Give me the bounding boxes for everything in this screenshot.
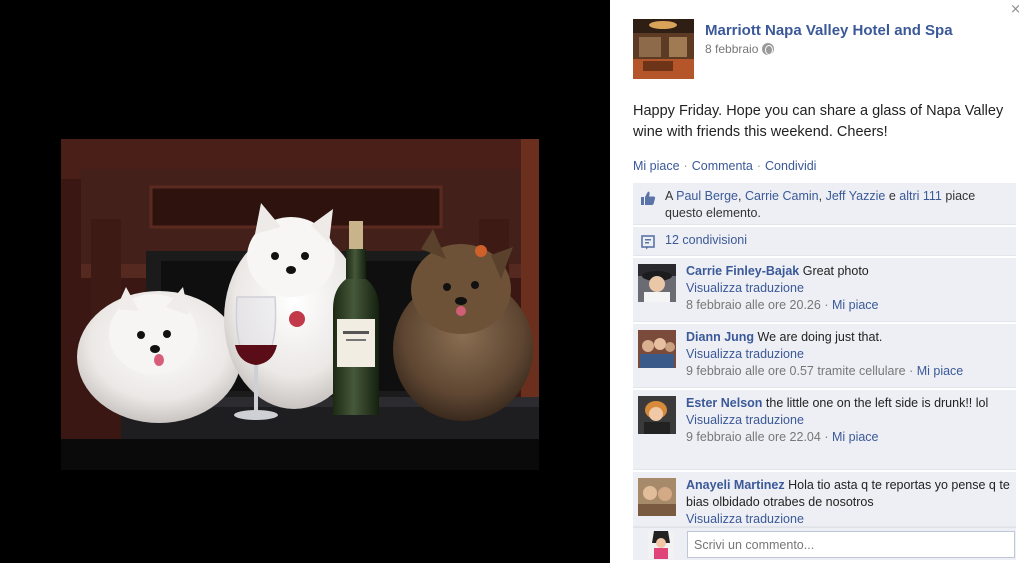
post-text: Happy Friday. Hope you can share a glass… — [633, 103, 1004, 140]
comment-text: the little one on the left side is drunk… — [765, 396, 989, 410]
comment-timestamp[interactable]: 9 febbraio alle ore 22.04 — [686, 430, 821, 444]
comment-composer — [633, 527, 1016, 560]
comment-item: Diann Jung We are doing just that. Visua… — [633, 324, 1016, 388]
post-photo[interactable] — [61, 139, 539, 470]
see-translation-link[interactable]: Visualizza traduzione — [686, 281, 804, 295]
likes-and: e — [888, 189, 896, 203]
comment-author-link[interactable]: Anayeli Martinez — [686, 478, 785, 492]
comment-item: Carrie Finley-Bajak Great photo Visualiz… — [633, 258, 1016, 322]
comment-like-link[interactable]: Mi piace — [917, 364, 964, 378]
comment-author-link[interactable]: Ester Nelson — [686, 396, 762, 410]
hotel-lobby-thumbnail — [633, 19, 694, 79]
other-likers-link[interactable]: altri 111 — [899, 189, 942, 203]
comment-like-link[interactable]: Mi piace — [832, 430, 879, 444]
separator: · — [756, 159, 762, 173]
see-translation-link[interactable]: Visualizza traduzione — [686, 512, 804, 526]
comment-body: Ester Nelson the little one on the left … — [686, 395, 1011, 446]
comment-body: Carrie Finley-Bajak Great photo Visualiz… — [686, 263, 1011, 314]
likes-text: A Paul Berge, Carrie Camin, Jeff Yazzie … — [665, 188, 1010, 222]
separator: · — [824, 430, 829, 444]
post-actions: Mi piace · Commenta · Condividi — [633, 159, 816, 173]
comment-text: Great photo — [802, 264, 869, 278]
close-icon[interactable]: × — [1010, 2, 1021, 17]
shares-link[interactable]: 12 condivisioni — [665, 233, 747, 247]
avatar[interactable] — [638, 396, 676, 434]
viewer-avatar — [648, 531, 674, 559]
comment-input[interactable] — [687, 531, 1015, 558]
globe-icon[interactable] — [762, 43, 775, 55]
comment-author-link[interactable]: Diann Jung — [686, 330, 754, 344]
separator: · — [683, 159, 688, 173]
post-sidebar: × Marriott Napa Valley Hotel and Spa 8 f… — [610, 0, 1024, 563]
comment-like-link[interactable]: Mi piace — [832, 298, 879, 312]
comment-body: Anayeli Martinez Hola tio asta q te repo… — [686, 477, 1011, 526]
avatar[interactable] — [638, 264, 676, 302]
avatar[interactable] — [638, 330, 676, 368]
see-translation-link[interactable]: Visualizza traduzione — [686, 347, 804, 361]
comment-item: Anayeli Martinez Hola tio asta q te repo… — [633, 472, 1016, 527]
shares-summary: 12 condivisioni — [633, 227, 1016, 256]
comment-author-link[interactable]: Carrie Finley-Bajak — [686, 264, 799, 278]
liker-link[interactable]: Carrie Camin — [745, 189, 819, 203]
comma: , — [738, 189, 742, 203]
comment-link[interactable]: Commenta — [692, 159, 753, 173]
see-translation-link[interactable]: Visualizza traduzione — [686, 413, 804, 427]
likes-prefix: A — [665, 189, 673, 203]
comment-timestamp[interactable]: 9 febbraio alle ore 0.57 tramite cellula… — [686, 364, 906, 378]
separator: · — [909, 364, 914, 378]
photo-stage[interactable] — [0, 0, 610, 563]
comma: , — [818, 189, 823, 203]
liker-link[interactable]: Paul Berge — [676, 189, 738, 203]
comment-timestamp[interactable]: 8 febbraio alle ore 20.26 — [686, 298, 821, 312]
share-icon — [641, 235, 655, 250]
thumbs-up-icon — [641, 191, 656, 205]
like-link[interactable]: Mi piace — [633, 159, 680, 173]
share-link[interactable]: Condividi — [765, 159, 816, 173]
dogs-with-wine-image — [61, 139, 539, 470]
post-meta: 8 febbraio — [705, 42, 775, 56]
avatar[interactable] — [638, 478, 676, 516]
likes-summary: A Paul Berge, Carrie Camin, Jeff Yazzie … — [633, 183, 1016, 225]
comment-body: Diann Jung We are doing just that. Visua… — [686, 329, 1011, 380]
liker-link[interactable]: Jeff Yazzie — [826, 189, 886, 203]
comment-item: Ester Nelson the little one on the left … — [633, 390, 1016, 470]
page-name-link[interactable]: Marriott Napa Valley Hotel and Spa — [705, 22, 953, 39]
comment-text: We are doing just that. — [757, 330, 883, 344]
separator: · — [824, 298, 829, 312]
page-avatar[interactable] — [633, 19, 694, 79]
post-date[interactable]: 8 febbraio — [705, 42, 758, 56]
